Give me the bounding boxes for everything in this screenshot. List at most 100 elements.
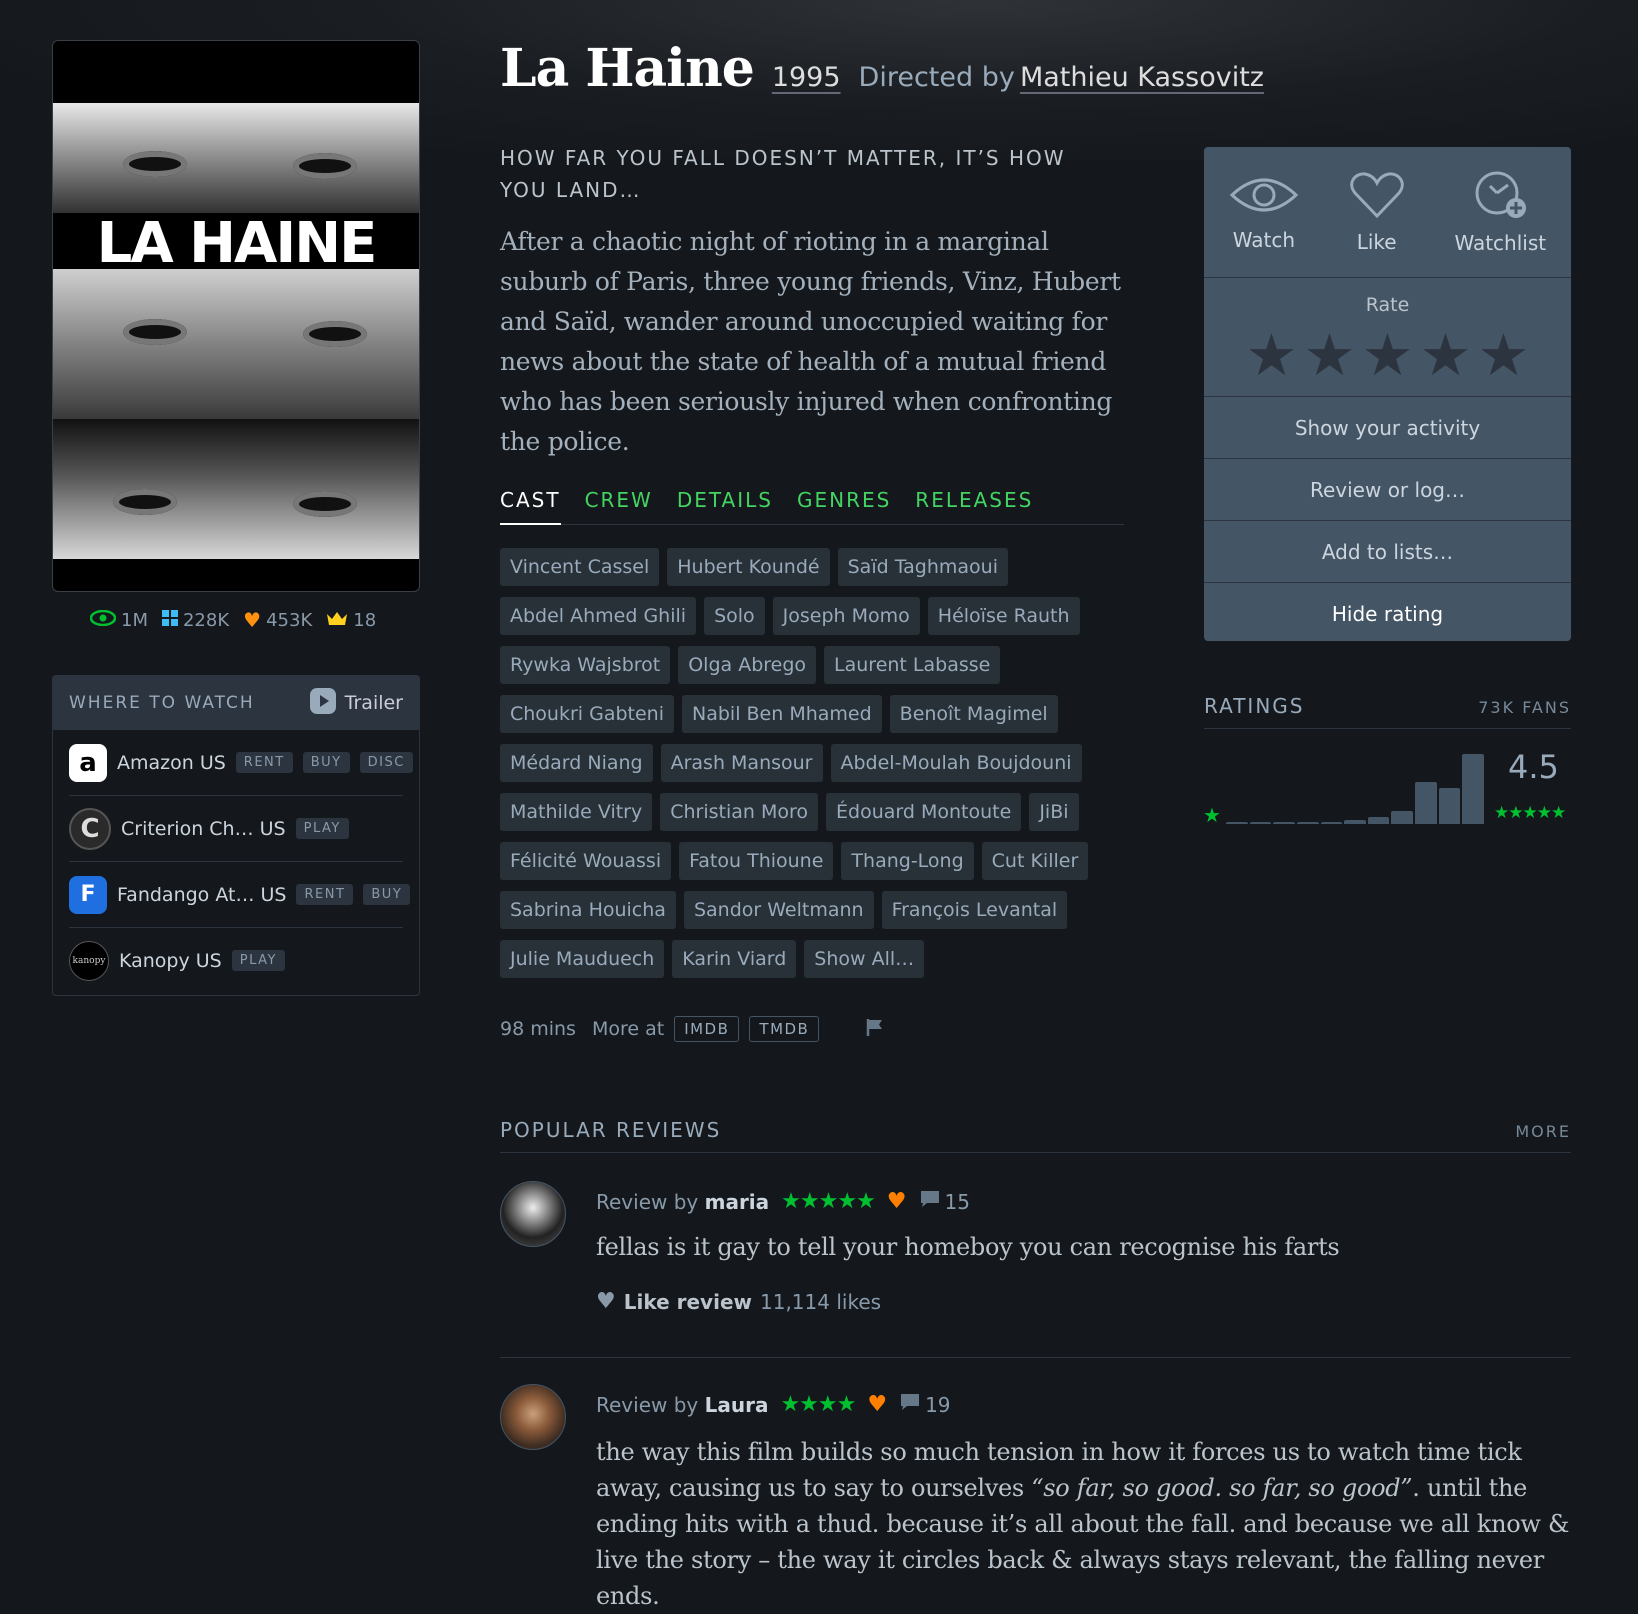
watched-stat[interactable]: 1M	[89, 609, 148, 631]
watchlist-button[interactable]: Watchlist	[1454, 170, 1546, 255]
average-rating[interactable]: 4.5	[1508, 748, 1559, 786]
rate-star-4-icon[interactable]: ★	[1420, 326, 1472, 384]
hide-rating-button[interactable]: Hide rating	[1204, 583, 1571, 641]
tmdb-link[interactable]: TMDB	[749, 1016, 820, 1042]
cast-chip[interactable]: François Levantal	[881, 891, 1068, 929]
histogram-bar[interactable]	[1226, 822, 1248, 824]
cast-chip[interactable]: Sandor Weltmann	[683, 891, 874, 929]
show-activity-button[interactable]: Show your activity	[1204, 397, 1571, 459]
min-star-icon: ★	[1203, 803, 1221, 827]
histogram-bar[interactable]	[1344, 820, 1366, 824]
rate-star-1-icon[interactable]: ★	[1246, 326, 1298, 384]
cast-chip[interactable]: Cut Killer	[981, 842, 1089, 880]
top-stat[interactable]: 18	[326, 610, 376, 631]
histogram-bar[interactable]	[1249, 822, 1272, 824]
ratings-fans-link[interactable]: 73K FANS	[1478, 698, 1571, 717]
cast-chip[interactable]: Médard Niang	[500, 744, 653, 782]
cast-chip[interactable]: Hubert Koundé	[667, 548, 830, 586]
rent-tag[interactable]: RENT	[296, 884, 354, 905]
play-tag[interactable]: PLAY	[295, 818, 349, 839]
cast-chip[interactable]: Solo	[704, 597, 765, 635]
histogram-bar[interactable]	[1438, 788, 1461, 824]
popular-reviews-title[interactable]: POPULAR REVIEWS	[500, 1118, 721, 1142]
service-amazon[interactable]: a Amazon US RENT BUY DISC	[69, 730, 413, 796]
play-tag[interactable]: PLAY	[231, 950, 285, 971]
rate-star-5-icon[interactable]: ★	[1478, 326, 1530, 384]
histogram-bar[interactable]	[1320, 821, 1343, 824]
cast-chip[interactable]: Arash Mansour	[660, 744, 823, 782]
like-button[interactable]: Like	[1349, 171, 1405, 254]
tab-releases[interactable]: RELEASES	[915, 488, 1033, 523]
flag-icon[interactable]	[865, 1017, 885, 1042]
tab-details[interactable]: DETAILS	[677, 488, 773, 523]
comment-count: 15	[944, 1189, 970, 1214]
histogram-bar[interactable]	[1462, 754, 1485, 824]
heart-icon[interactable]: ♥	[596, 1289, 616, 1314]
rate-star-2-icon[interactable]: ★	[1304, 326, 1356, 384]
rate-stars[interactable]: ★ ★ ★ ★ ★	[1204, 326, 1571, 384]
cast-chip[interactable]: Fatou Thioune	[679, 842, 834, 880]
cast-chip[interactable]: Choukri Gabteni	[500, 695, 674, 733]
tab-crew[interactable]: CREW	[585, 488, 653, 523]
show-all-cast-button[interactable]: Show All…	[804, 940, 925, 978]
review-author-link[interactable]: Laura	[705, 1393, 769, 1417]
cast-chip[interactable]: Vincent Cassel	[500, 548, 660, 586]
avatar[interactable]	[500, 1181, 566, 1247]
cast-chip[interactable]: Abdel Ahmed Ghili	[500, 597, 697, 635]
service-kanopy[interactable]: kanopy Kanopy US PLAY	[69, 928, 403, 993]
review-likes-count[interactable]: 11,114 likes	[760, 1290, 881, 1314]
service-fandango[interactable]: F Fandango At… US RENT BUY	[69, 862, 411, 928]
cast-chip[interactable]: Nabil Ben Mhamed	[682, 695, 882, 733]
comments-link[interactable]: 15	[919, 1189, 970, 1214]
cast-chip[interactable]: Julie Mauduech	[500, 940, 665, 978]
avatar[interactable]	[500, 1384, 566, 1450]
histogram-bar[interactable]	[1273, 822, 1295, 824]
comments-link[interactable]: 19	[899, 1392, 951, 1417]
review-author-link[interactable]: maria	[705, 1190, 770, 1214]
rent-tag[interactable]: RENT	[235, 752, 293, 773]
likes-stat[interactable]: ♥ 453K	[243, 608, 312, 632]
director-link[interactable]: Mathieu Kassovitz	[1020, 62, 1264, 93]
review-or-log-button[interactable]: Review or log…	[1204, 459, 1571, 521]
cast-chip[interactable]: Thang-Long	[841, 842, 974, 880]
cast-chip[interactable]: Abdel-Moulah Boujdouni	[830, 744, 1082, 782]
cast-chip[interactable]: JiBi	[1029, 793, 1079, 831]
histogram-bar[interactable]	[1367, 816, 1390, 824]
amazon-logo-icon: a	[69, 743, 107, 782]
cast-chip[interactable]: Héloïse Rauth	[927, 597, 1080, 635]
cast-chip[interactable]: Sabrina Houicha	[500, 891, 676, 929]
cast-chip[interactable]: Joseph Momo	[772, 597, 920, 635]
cast-chip[interactable]: Benoît Magimel	[889, 695, 1058, 733]
ratings-title[interactable]: RATINGS	[1204, 694, 1304, 718]
film-year-link[interactable]: 1995	[772, 62, 841, 93]
film-poster[interactable]: LA HAINE	[52, 40, 420, 592]
cast-chip[interactable]: Saïd Taghmaoui	[837, 548, 1008, 586]
histogram-bar[interactable]	[1296, 821, 1319, 824]
cast-chip[interactable]: Laurent Labasse	[824, 646, 1001, 684]
buy-tag[interactable]: BUY	[302, 752, 350, 773]
disc-tag[interactable]: DISC	[359, 752, 413, 773]
cast-chip[interactable]: Mathilde Vitry	[500, 793, 653, 831]
tab-genres[interactable]: GENRES	[797, 488, 891, 523]
service-name: Fandango At… US	[117, 883, 287, 906]
cast-chip[interactable]: Félicité Wouassi	[500, 842, 672, 880]
tab-cast[interactable]: CAST	[500, 488, 561, 525]
histogram-bar[interactable]	[1415, 782, 1437, 824]
cast-chip[interactable]: Rywka Wajsbrot	[500, 646, 671, 684]
like-review-button[interactable]: Like review	[624, 1290, 752, 1314]
reviews-more-link[interactable]: MORE	[1515, 1122, 1571, 1141]
service-criterion[interactable]: C Criterion Ch… US PLAY	[69, 796, 403, 862]
cast-chip[interactable]: Karin Viard	[672, 940, 797, 978]
comment-icon	[919, 1189, 941, 1214]
cast-chip[interactable]: Olga Abrego	[678, 646, 817, 684]
cast-chip[interactable]: Édouard Montoute	[826, 793, 1022, 831]
cast-chip[interactable]: Christian Moro	[660, 793, 819, 831]
imdb-link[interactable]: IMDB	[674, 1016, 740, 1042]
add-to-lists-button[interactable]: Add to lists…	[1204, 521, 1571, 583]
rate-star-3-icon[interactable]: ★	[1362, 326, 1414, 384]
histogram-bar[interactable]	[1391, 811, 1414, 824]
trailer-link[interactable]: Trailer	[309, 687, 403, 720]
lists-stat[interactable]: 228K	[161, 609, 229, 631]
buy-tag[interactable]: BUY	[363, 884, 411, 905]
watch-button[interactable]: Watch	[1229, 173, 1299, 252]
